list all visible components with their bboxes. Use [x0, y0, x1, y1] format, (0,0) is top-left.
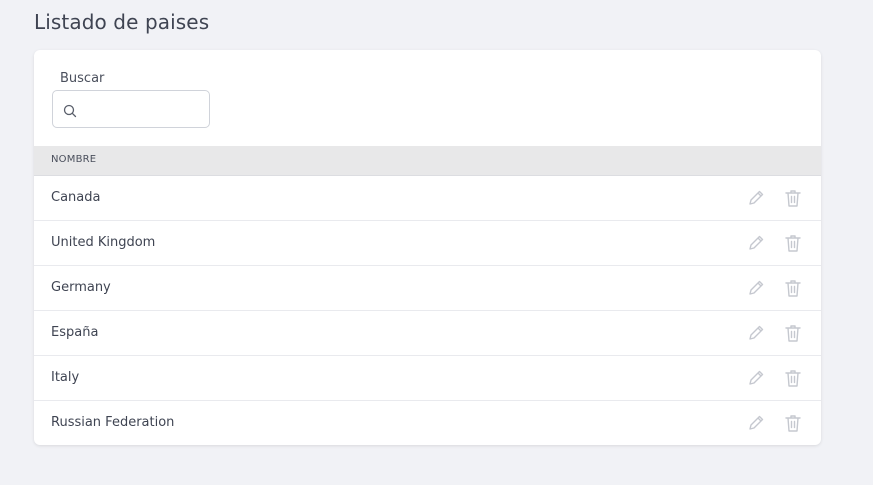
trash-icon[interactable] [783, 413, 803, 433]
trash-icon[interactable] [783, 368, 803, 388]
table-row: Russian Federation [34, 401, 821, 445]
row-name: Russian Federation [51, 415, 175, 430]
search-label: Buscar [60, 71, 105, 86]
pencil-icon[interactable] [746, 323, 766, 343]
trash-icon[interactable] [783, 323, 803, 343]
row-name: Italy [51, 370, 80, 385]
row-name: United Kingdom [51, 235, 156, 250]
table-row: United Kingdom [34, 221, 821, 266]
search-icon [63, 103, 77, 118]
table-row: Canada [34, 176, 821, 221]
countries-card: Buscar NOMBRE Canada United Kingdom Germ… [34, 50, 821, 445]
trash-icon[interactable] [783, 278, 803, 298]
row-name: Canada [51, 190, 101, 205]
search-box[interactable] [52, 90, 210, 128]
page-title: Listado de paises [34, 10, 210, 34]
column-header-name[interactable]: NOMBRE [51, 154, 96, 165]
trash-icon[interactable] [783, 233, 803, 253]
table-row: Italy [34, 356, 821, 401]
pencil-icon[interactable] [746, 233, 766, 253]
row-name: Germany [51, 280, 111, 295]
table-row: España [34, 311, 821, 356]
pencil-icon[interactable] [746, 413, 766, 433]
search-input[interactable] [85, 91, 205, 127]
row-name: España [51, 325, 99, 340]
table-body: Canada United Kingdom Germany España Ita… [34, 176, 821, 445]
table-header: NOMBRE [34, 146, 821, 176]
pencil-icon[interactable] [746, 368, 766, 388]
trash-icon[interactable] [783, 188, 803, 208]
search-area: Buscar [52, 70, 210, 128]
pencil-icon[interactable] [746, 188, 766, 208]
pencil-icon[interactable] [746, 278, 766, 298]
table-row: Germany [34, 266, 821, 311]
